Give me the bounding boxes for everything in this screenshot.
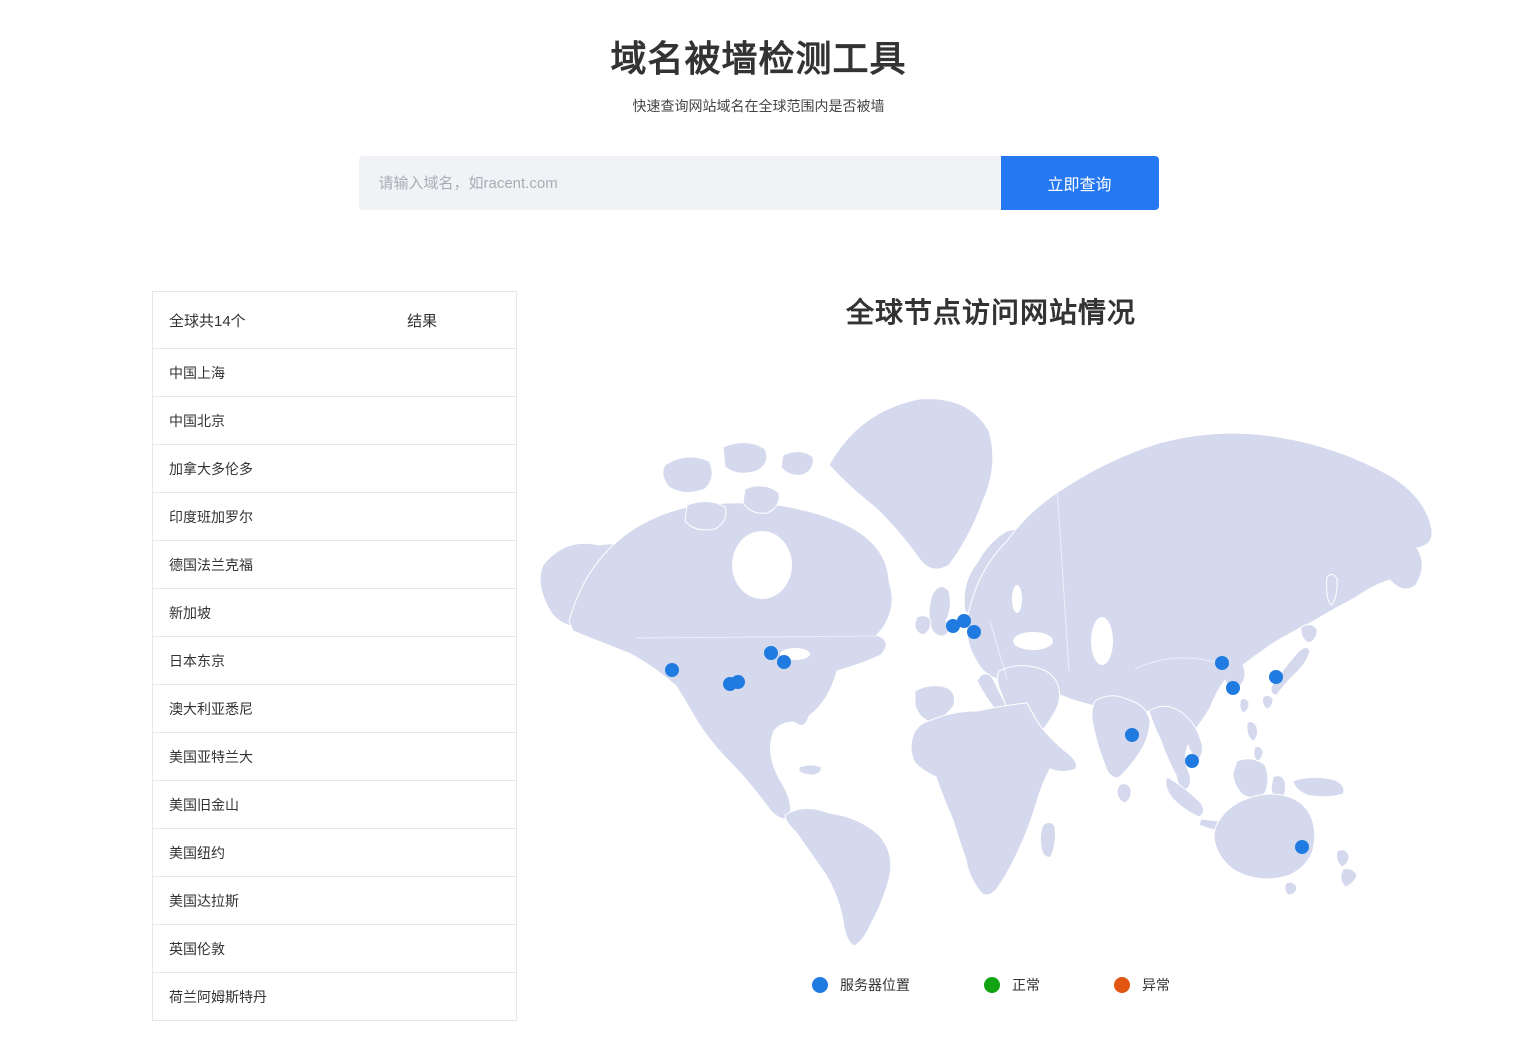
server-marker [1185,754,1199,768]
table-row: 美国纽约 [153,829,516,877]
location-cell: 日本东京 [153,651,407,671]
server-marker [1215,656,1229,670]
server-marker [777,655,791,669]
location-cell: 中国上海 [153,363,407,383]
map-section: 全球节点访问网站情况 [537,291,1445,1021]
table-row: 加拿大多伦多 [153,445,516,493]
location-cell: 美国旧金山 [153,795,407,815]
page-title: 域名被墙检测工具 [0,30,1517,82]
legend-label: 正常 [1012,975,1040,995]
table-row: 荷兰阿姆斯特丹 [153,973,516,1021]
location-cell: 德国法兰克福 [153,555,407,575]
table-row: 新加坡 [153,589,516,637]
table-header-location: 全球共14个 [153,310,407,331]
table-row: 英国伦敦 [153,925,516,973]
table-row: 印度班加罗尔 [153,493,516,541]
table-row: 美国旧金山 [153,781,516,829]
server-marker [967,625,981,639]
world-map-svg [537,369,1445,949]
normal-dot-icon [984,977,1000,993]
main-content: 全球共14个 结果 中国上海 中国北京 加拿大多伦多 印度班加罗尔 德国法兰克福… [0,291,1517,1061]
domain-search-bar: 立即查询 [359,156,1159,210]
legend-item-normal: 正常 [984,975,1040,995]
location-cell: 英国伦敦 [153,939,407,959]
location-cell: 美国达拉斯 [153,891,407,911]
server-location-dot-icon [812,977,828,993]
table-header-result: 结果 [407,310,516,331]
server-marker [1125,728,1139,742]
query-button[interactable]: 立即查询 [1001,156,1159,210]
table-row: 美国亚特兰大 [153,733,516,781]
table-row: 德国法兰克福 [153,541,516,589]
location-cell: 新加坡 [153,603,407,623]
map-title: 全球节点访问网站情况 [537,291,1445,331]
table-row: 中国北京 [153,397,516,445]
abnormal-dot-icon [1114,977,1130,993]
location-cell: 美国纽约 [153,843,407,863]
table-row: 美国达拉斯 [153,877,516,925]
world-map [537,369,1445,949]
legend-item-abnormal: 异常 [1114,975,1170,995]
domain-input[interactable] [359,156,1001,210]
location-cell: 荷兰阿姆斯特丹 [153,987,407,1007]
table-header-row: 全球共14个 结果 [153,292,516,349]
table-row: 澳大利亚悉尼 [153,685,516,733]
server-marker [1226,681,1240,695]
location-cell: 中国北京 [153,411,407,431]
legend-label: 异常 [1142,975,1170,995]
table-row: 中国上海 [153,349,516,397]
server-marker [1295,840,1309,854]
location-cell: 美国亚特兰大 [153,747,407,767]
results-table: 全球共14个 结果 中国上海 中国北京 加拿大多伦多 印度班加罗尔 德国法兰克福… [152,291,517,1021]
location-cell: 澳大利亚悉尼 [153,699,407,719]
page-header: 域名被墙检测工具 快速查询网站域名在全球范围内是否被墙 [0,0,1517,116]
location-cell: 印度班加罗尔 [153,507,407,527]
server-marker [957,614,971,628]
legend-item-server-location: 服务器位置 [812,975,910,995]
server-marker [665,663,679,677]
map-legend: 服务器位置 正常 异常 [537,975,1445,995]
page-subtitle: 快速查询网站域名在全球范围内是否被墙 [0,96,1517,116]
server-marker [764,646,778,660]
server-marker [1269,670,1283,684]
table-row: 日本东京 [153,637,516,685]
server-marker [731,675,745,689]
location-cell: 加拿大多伦多 [153,459,407,479]
legend-label: 服务器位置 [840,975,910,995]
